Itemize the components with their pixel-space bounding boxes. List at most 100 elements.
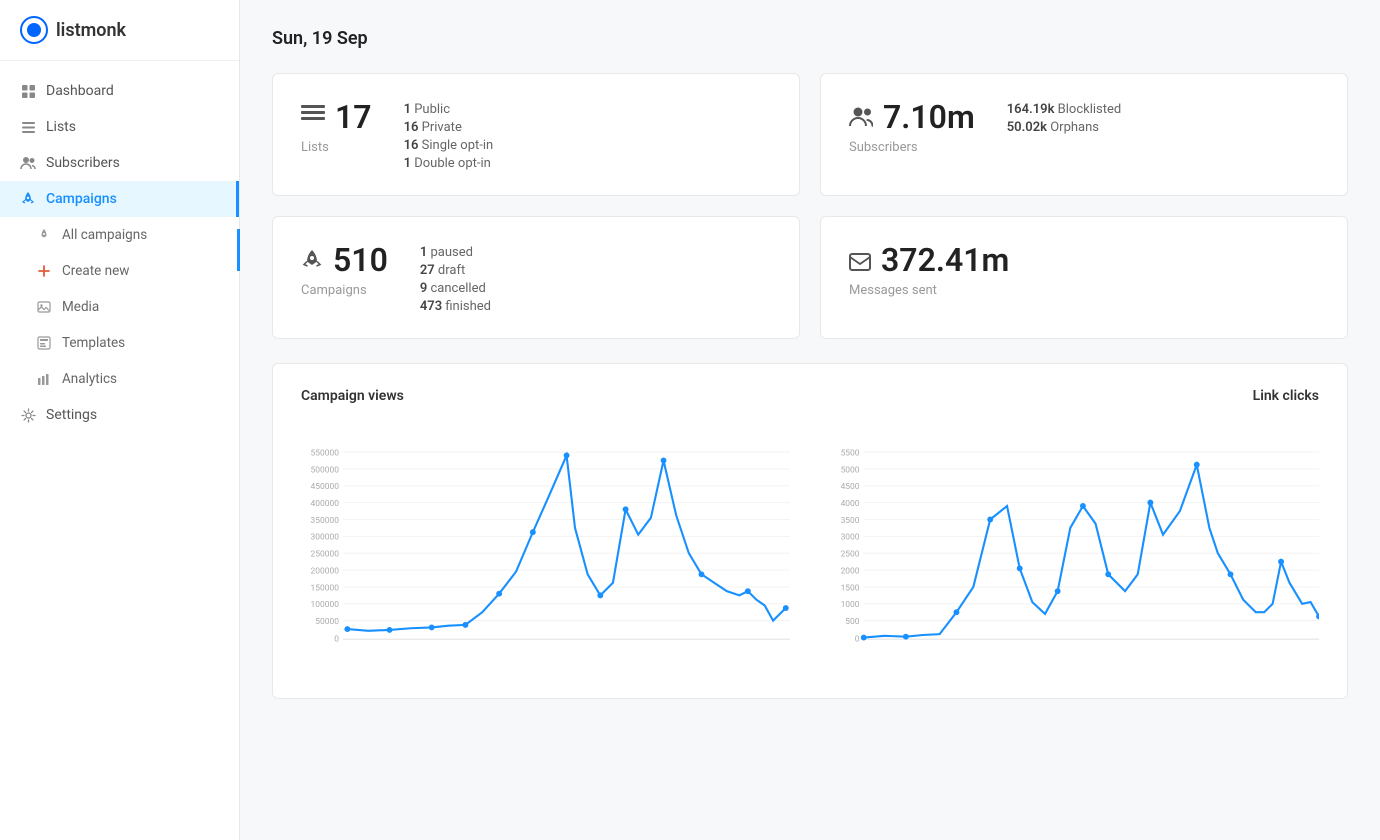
sidebar-item-dashboard-label: Dashboard	[46, 83, 114, 99]
campaigns-label: Campaigns	[301, 283, 388, 298]
subscribers-stat-main: 7.10m Subscribers	[849, 98, 975, 155]
subscribers-detail-1: 50.02k Orphans	[1007, 120, 1319, 135]
sidebar-item-media[interactable]: Media	[0, 289, 239, 325]
svg-text:0: 0	[334, 635, 339, 645]
sidebar-item-dashboard[interactable]: Dashboard	[0, 73, 239, 109]
settings-icon	[20, 407, 36, 423]
svg-text:500000: 500000	[311, 465, 340, 475]
list-detail-2: 16 Single opt-in	[404, 138, 771, 153]
views-chart-svg: 550000 500000 450000 400000 350000 30000…	[301, 424, 790, 674]
sidebar-item-templates-label: Templates	[62, 335, 125, 351]
sidebar-item-templates[interactable]: Templates	[0, 325, 239, 361]
sidebar-item-campaigns-label: Campaigns	[46, 191, 117, 207]
svg-text:200000: 200000	[311, 566, 340, 576]
svg-text:4000: 4000	[841, 499, 860, 509]
sidebar-item-subscribers-label: Subscribers	[46, 155, 120, 171]
campaigns-stat-card: 510 Campaigns 1 paused 27 draft 9 cancel…	[272, 216, 800, 339]
sidebar-item-all-campaigns[interactable]: All campaigns	[0, 217, 239, 253]
subscribers-detail-0: 164.19k Blocklisted	[1007, 102, 1319, 117]
charts-card: Campaign views Link clicks 550000 500000…	[272, 363, 1348, 699]
sidebar-item-campaigns[interactable]: Campaigns	[0, 181, 239, 217]
rocket-icon	[20, 191, 36, 207]
stats-grid: 17 Lists 1 Public 16 Private 16 Single o…	[272, 73, 1348, 339]
active-indicator	[237, 229, 240, 271]
svg-text:350000: 350000	[311, 516, 340, 526]
messages-count: 372.41m	[881, 241, 1009, 279]
svg-text:3000: 3000	[841, 533, 860, 543]
svg-text:2000: 2000	[841, 566, 860, 576]
views-chart-title: Campaign views	[301, 388, 404, 404]
svg-text:450000: 450000	[311, 482, 340, 492]
svg-text:250000: 250000	[311, 550, 340, 560]
clicks-chart: 5500 5000 4500 4000 3500 3000 2500 2000 …	[830, 424, 1319, 674]
svg-text:2500: 2500	[841, 550, 860, 560]
sidebar-item-lists[interactable]: Lists	[0, 109, 239, 145]
sidebar-item-subscribers[interactable]: Subscribers	[0, 145, 239, 181]
svg-text:300000: 300000	[311, 533, 340, 543]
list-detail-0: 1 Public	[404, 102, 771, 117]
lists-stat-main: 17 Lists	[301, 98, 372, 155]
campaigns-stat-main: 510 Campaigns	[301, 241, 388, 298]
campaigns-detail-0: 1 paused	[420, 245, 771, 260]
svg-text:50000: 50000	[315, 617, 339, 627]
charts-container: 550000 500000 450000 400000 350000 30000…	[301, 424, 1319, 674]
sidebar-item-all-campaigns-label: All campaigns	[62, 227, 147, 243]
sidebar-item-settings[interactable]: Settings	[0, 397, 239, 433]
analytics-icon	[36, 371, 52, 387]
sidebar-item-create-new[interactable]: Create new	[0, 253, 239, 289]
plus-icon	[36, 263, 52, 279]
charts-header: Campaign views Link clicks	[301, 388, 1319, 404]
svg-text:150000: 150000	[311, 583, 340, 593]
list-detail-1: 16 Private	[404, 120, 771, 135]
users-icon	[20, 155, 36, 171]
lists-icon	[301, 104, 325, 130]
campaigns-detail-3: 473 finished	[420, 299, 771, 314]
app-name: listmonk	[56, 20, 126, 41]
lists-details: 1 Public 16 Private 16 Single opt-in 1 D…	[404, 98, 771, 171]
svg-text:550000: 550000	[311, 448, 340, 458]
subscribers-count: 7.10m	[883, 98, 975, 136]
campaigns-detail-2: 9 cancelled	[420, 281, 771, 296]
svg-text:1500: 1500	[841, 583, 860, 593]
sidebar-item-lists-label: Lists	[46, 119, 76, 135]
subscribers-stat-card: 7.10m Subscribers 164.19k Blocklisted 50…	[820, 73, 1348, 196]
subscribers-icon	[849, 98, 873, 136]
campaigns-detail-1: 27 draft	[420, 263, 771, 278]
template-icon	[36, 335, 52, 351]
views-chart: 550000 500000 450000 400000 350000 30000…	[301, 424, 790, 674]
messages-icon	[849, 241, 871, 279]
svg-text:5500: 5500	[841, 448, 860, 458]
svg-text:400000: 400000	[311, 499, 340, 509]
subscribers-details: 164.19k Blocklisted 50.02k Orphans	[1007, 98, 1319, 135]
logo-icon	[20, 16, 48, 44]
clicks-chart-title: Link clicks	[1253, 388, 1319, 404]
app-logo[interactable]: listmonk	[0, 0, 239, 61]
messages-stat-main: 372.41m Messages sent	[849, 241, 1009, 298]
campaigns-icon	[301, 241, 323, 279]
lists-label: Lists	[301, 140, 372, 155]
sidebar-item-analytics-label: Analytics	[62, 371, 117, 387]
svg-text:0: 0	[855, 635, 860, 645]
sidebar-item-analytics[interactable]: Analytics	[0, 361, 239, 397]
campaigns-stat-value: 510	[301, 241, 388, 279]
list-detail-3: 1 Double opt-in	[404, 156, 771, 171]
main-content: Sun, 19 Sep 17 Lists 1 Public 16 Private…	[240, 0, 1380, 840]
page-date: Sun, 19 Sep	[272, 28, 1348, 49]
list-icon	[20, 119, 36, 135]
sidebar-item-create-new-label: Create new	[62, 263, 129, 279]
sidebar-item-settings-label: Settings	[46, 407, 97, 423]
messages-stat-value: 372.41m	[849, 241, 1009, 279]
sidebar: listmonk Dashboard Lists Subscribers	[0, 0, 240, 840]
svg-text:100000: 100000	[311, 600, 340, 610]
media-icon	[36, 299, 52, 315]
sidebar-nav: Dashboard Lists Subscribers Campaigns	[0, 61, 239, 840]
lists-stat-card: 17 Lists 1 Public 16 Private 16 Single o…	[272, 73, 800, 196]
grid-icon	[20, 83, 36, 99]
svg-text:500: 500	[845, 617, 859, 627]
messages-stat-card: 372.41m Messages sent	[820, 216, 1348, 339]
sidebar-item-media-label: Media	[62, 299, 99, 315]
rocket-sub-icon	[36, 227, 52, 243]
svg-text:3500: 3500	[841, 516, 860, 526]
subscribers-stat-value: 7.10m	[849, 98, 975, 136]
campaigns-details: 1 paused 27 draft 9 cancelled 473 finish…	[420, 241, 771, 314]
